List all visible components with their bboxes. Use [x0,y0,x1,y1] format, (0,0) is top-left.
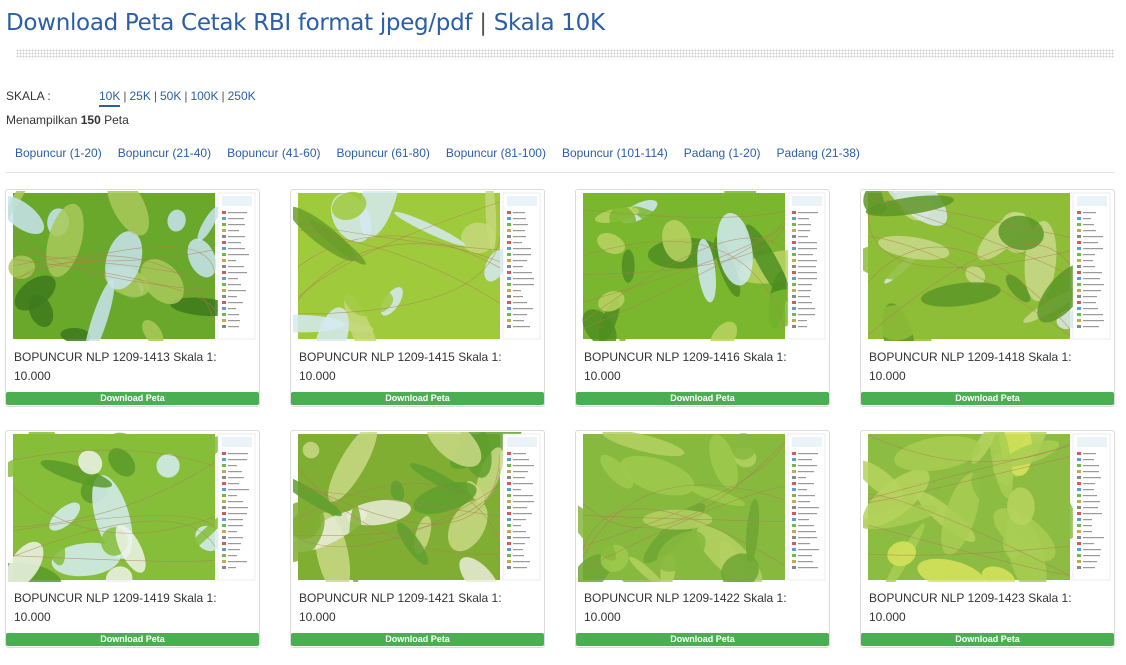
page-link[interactable]: Bopuncur (21-40) [118,146,211,160]
page-link[interactable]: Padang (21-38) [777,146,860,160]
map-title[interactable]: BOPUNCUR NLP 1209-1421 Skala 1: 10.000 [299,589,531,627]
map-title[interactable]: BOPUNCUR NLP 1209-1419 Skala 1: 10.000 [14,589,246,627]
download-button[interactable]: Download Peta [576,633,829,646]
map-thumbnail[interactable] [293,191,542,341]
page-title: Download Peta Cetak RBI format jpeg/pdf … [6,10,605,36]
map-card: BOPUNCUR NLP 1209-1415 Skala 1: 10.000 Do… [290,189,545,407]
page-link[interactable]: Bopuncur (61-80) [337,146,430,160]
scale-filter-label: SKALA : [6,89,51,103]
title-scale: Skala 10K [493,10,605,36]
map-title[interactable]: BOPUNCUR NLP 1209-1422 Skala 1: 10.000 [584,589,816,627]
result-count-prefix: Menampilkan [6,113,78,127]
scale-separator: | [184,89,188,103]
map-thumbnail[interactable] [8,432,257,582]
title-separator: | [479,10,487,36]
map-thumbnail[interactable] [863,191,1112,341]
map-thumbnail[interactable] [578,432,827,582]
scale-separator: | [153,89,157,103]
divider [6,172,1114,173]
scale-separator: | [123,89,127,103]
map-card: BOPUNCUR NLP 1209-1423 Skala 1: 10.000 Do… [860,430,1115,648]
map-thumbnail[interactable] [8,191,257,341]
title-main: Download Peta Cetak RBI format jpeg/pdf [6,10,473,36]
scale-option-10k[interactable]: 10K [99,89,121,107]
map-card: BOPUNCUR NLP 1209-1421 Skala 1: 10.000 Do… [290,430,545,648]
result-count-suffix: Peta [104,113,129,127]
page-link[interactable]: Bopuncur (101-114) [562,146,668,160]
result-count: Menampilkan 150 Peta [6,113,129,127]
download-button[interactable]: Download Peta [861,392,1114,405]
map-thumbnail[interactable] [293,432,542,582]
map-card: BOPUNCUR NLP 1209-1413 Skala 1: 10.000 Do… [5,189,260,407]
result-count-number: 150 [80,113,101,127]
download-button[interactable]: Download Peta [6,633,259,646]
download-button[interactable]: Download Peta [291,392,544,405]
map-card: BOPUNCUR NLP 1209-1419 Skala 1: 10.000 Do… [5,430,260,648]
map-thumbnail[interactable] [863,432,1112,582]
page-link[interactable]: Bopuncur (81-100) [446,146,546,160]
map-title[interactable]: BOPUNCUR NLP 1209-1418 Skala 1: 10.000 [869,348,1101,386]
map-title[interactable]: BOPUNCUR NLP 1209-1416 Skala 1: 10.000 [584,348,816,386]
scale-option-250k[interactable]: 250K [228,89,256,103]
map-card: BOPUNCUR NLP 1209-1416 Skala 1: 10.000 Do… [575,189,830,407]
download-button[interactable]: Download Peta [291,633,544,646]
map-card: BOPUNCUR NLP 1209-1422 Skala 1: 10.000 Do… [575,430,830,648]
map-thumbnail[interactable] [578,191,827,341]
download-button[interactable]: Download Peta [6,392,259,405]
dotted-divider [16,49,1114,58]
scale-option-50k[interactable]: 50K [160,89,181,103]
scale-separator: | [221,89,225,103]
download-button[interactable]: Download Peta [861,633,1114,646]
page-link[interactable]: Bopuncur (41-60) [227,146,320,160]
scale-option-25k[interactable]: 25K [129,89,150,103]
scale-options: 10K | 25K | 50K | 100K | 250K [99,89,256,107]
map-card: BOPUNCUR NLP 1209-1418 Skala 1: 10.000 Do… [860,189,1115,407]
map-title[interactable]: BOPUNCUR NLP 1209-1413 Skala 1: 10.000 [14,348,246,386]
page-link[interactable]: Bopuncur (1-20) [15,146,102,160]
scale-option-100k[interactable]: 100K [190,89,218,103]
page-links: Bopuncur (1-20) Bopuncur (21-40) Bopuncur … [15,146,876,160]
page: Download Peta Cetak RBI format jpeg/pdf … [0,0,1126,665]
scale-filter: SKALA :10K | 25K | 50K | 100K | 250K [6,89,256,107]
page-link[interactable]: Padang (1-20) [684,146,761,160]
download-button[interactable]: Download Peta [576,392,829,405]
map-title[interactable]: BOPUNCUR NLP 1209-1423 Skala 1: 10.000 [869,589,1101,627]
map-title[interactable]: BOPUNCUR NLP 1209-1415 Skala 1: 10.000 [299,348,531,386]
